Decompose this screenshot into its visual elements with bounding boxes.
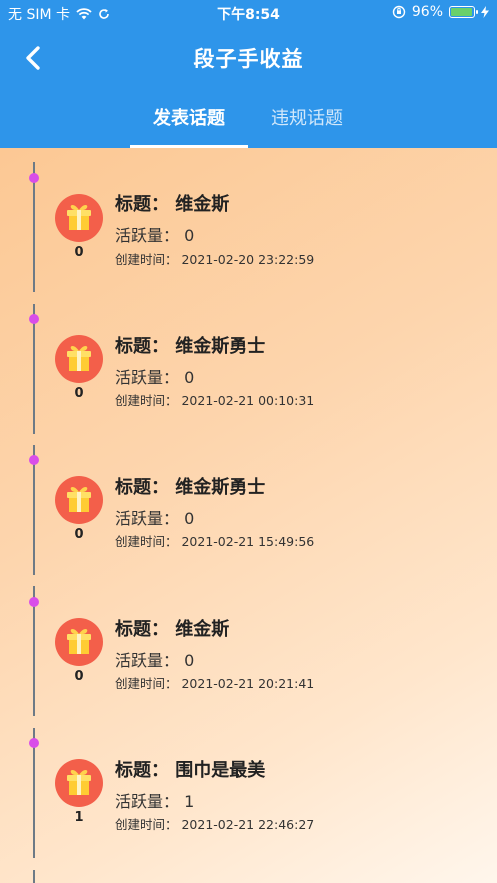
charging-icon [481, 6, 489, 18]
gift-icon [67, 345, 91, 371]
battery-icon [449, 6, 478, 18]
topic-title: 标题： 围巾是最美 [115, 760, 266, 781]
gift-badge [55, 759, 103, 807]
topic-list: 0 标题： 维金斯 活跃量： 0 创建时间： 2021-02-20 23:22:… [0, 148, 497, 883]
timeline-dot [29, 314, 39, 324]
topic-created-time: 创建时间： 2021-02-21 20:21:41 [115, 676, 315, 691]
gift-icon [67, 628, 91, 654]
gift-badge [55, 476, 103, 524]
activity-count: 0 [74, 527, 84, 542]
status-bar-right: 96% [392, 4, 489, 20]
page-title: 段子手收益 [193, 47, 304, 71]
topic-activity: 活跃量： 0 [115, 509, 195, 528]
topic-title: 标题： 维金斯 [115, 619, 230, 640]
tab-violation-topics[interactable]: 违规话题 [248, 104, 366, 148]
battery-percent: 96% [411, 4, 443, 20]
topic-title: 标题： 维金斯 [115, 194, 230, 215]
topic-activity: 活跃量： 0 [115, 651, 195, 670]
topic-created-time: 创建时间： 2021-02-21 22:46:27 [115, 817, 315, 832]
timeline-dot [29, 738, 39, 748]
topic-title: 标题： 维金斯勇士 [115, 336, 266, 357]
topic-activity: 活跃量： 0 [115, 226, 195, 245]
gift-icon [67, 769, 91, 795]
tab-published-topics[interactable]: 发表话题 [130, 104, 248, 148]
gift-icon [67, 486, 91, 512]
status-bar: 无 SIM 卡 下午8:54 96% [0, 0, 497, 26]
topic-created-time: 创建时间： 2021-02-21 15:49:56 [115, 534, 315, 549]
nav-bar: 段子手收益 发表话题 违规话题 [0, 26, 497, 148]
timeline-dot [29, 597, 39, 607]
timeline-line [33, 870, 35, 883]
topic-activity: 活跃量： 1 [115, 792, 195, 811]
timeline-dot [29, 173, 39, 183]
activity-count: 0 [74, 386, 84, 401]
activity-count: 1 [74, 810, 84, 825]
topic-title: 标题： 维金斯勇士 [115, 477, 266, 498]
topic-created-time: 创建时间： 2021-02-21 00:10:31 [115, 393, 315, 408]
tab-bar: 发表话题 违规话题 [130, 104, 366, 148]
gift-icon [67, 204, 91, 230]
gift-badge [55, 335, 103, 383]
activity-count: 0 [74, 669, 84, 684]
gift-badge [55, 618, 103, 666]
gift-badge [55, 194, 103, 242]
topic-activity: 活跃量： 0 [115, 368, 195, 387]
timeline-dot [29, 455, 39, 465]
orientation-lock-icon [392, 5, 406, 19]
topic-created-time: 创建时间： 2021-02-20 23:22:59 [115, 252, 315, 267]
activity-count: 0 [74, 245, 84, 260]
